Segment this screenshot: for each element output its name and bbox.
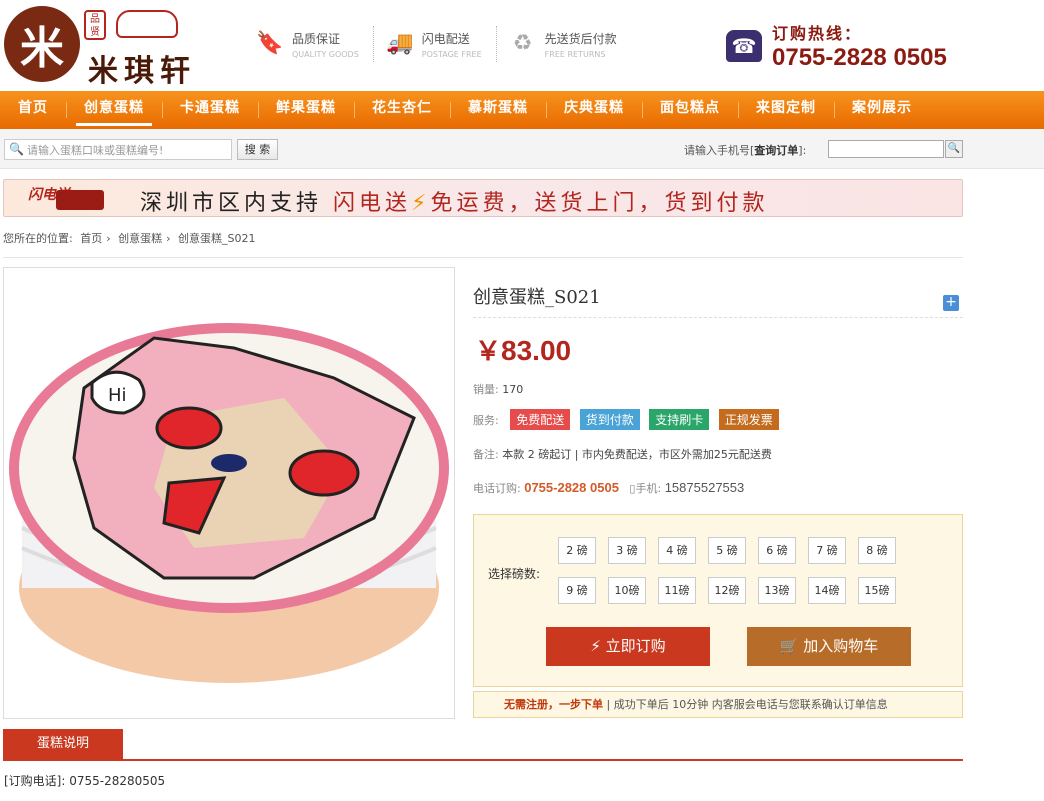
weight-option[interactable]: 2 磅 bbox=[558, 537, 596, 564]
crumb-category[interactable]: 创意蛋糕 bbox=[118, 232, 162, 245]
breadcrumb: 您所在的位置: 首页 › 创意蛋糕 › 创意蛋糕_S021 bbox=[3, 232, 256, 245]
product-price: ￥83.00 bbox=[475, 335, 572, 367]
tab-bar: 蛋糕说明 bbox=[3, 729, 963, 761]
mobile-number: 15875527553 bbox=[664, 480, 745, 495]
bookmark-icon: 🔖 bbox=[256, 31, 284, 56]
badge-quality: 🔖 品质保证 QUALITY GOODS bbox=[256, 26, 374, 62]
badge-delivery: 🚚 闪电配送 POSTAGE FREE bbox=[386, 26, 497, 62]
weight-option[interactable]: 8 磅 bbox=[858, 537, 896, 564]
search-icon: 🔍 bbox=[9, 142, 24, 156]
header: 米 品贤 米琪轩 🔖 品质保证 QUALITY GOODS 🚚 闪电配送 POSTA… bbox=[0, 0, 1044, 92]
delivery-banner[interactable]: 闪电送 深圳市区内支持 闪电送⚡免运费，送货上门，货到付款 bbox=[3, 179, 963, 217]
weight-option[interactable]: 15磅 bbox=[858, 577, 896, 604]
add-share-icon[interactable]: + bbox=[943, 295, 959, 311]
logo-mark: 米 bbox=[4, 6, 80, 82]
nav-mousse-cake[interactable]: 慕斯蛋糕 bbox=[450, 91, 546, 129]
phone-query-input[interactable] bbox=[828, 140, 944, 158]
add-to-cart-button[interactable]: 🛒 加入购物车 bbox=[747, 627, 911, 666]
search-bar: 请输入蛋糕口味或蛋糕编号! 🔍 搜 索 请输入手机号[查询订单]: 🔍 bbox=[0, 129, 1044, 169]
svg-text:Hi: Hi bbox=[108, 385, 127, 406]
sales-row: 销量: 170 bbox=[473, 383, 524, 396]
nav-bread[interactable]: 面包糕点 bbox=[642, 91, 738, 129]
weight-option[interactable]: 14磅 bbox=[808, 577, 846, 604]
weight-option[interactable]: 11磅 bbox=[658, 577, 696, 604]
weight-selector: 选择磅数: 2 磅 3 磅 4 磅 5 磅 6 磅 7 磅 8 磅 9 磅 10… bbox=[473, 514, 963, 687]
product-title: 创意蛋糕_S021 bbox=[473, 287, 601, 308]
nav-cartoon-cake[interactable]: 卡通蛋糕 bbox=[162, 91, 258, 129]
main-nav: 首页 创意蛋糕 卡通蛋糕 鲜果蛋糕 花生杏仁 慕斯蛋糕 庆典蛋糕 面包糕点 来图… bbox=[0, 91, 1044, 129]
note-row: 备注: 本款 2 磅起订 | 市内免费配送，市区外需加25元配送费 bbox=[473, 448, 772, 461]
tag-free-delivery: 免费配送 bbox=[510, 409, 571, 430]
hotline-number: 0755-2828 0505 bbox=[772, 44, 947, 71]
logo[interactable]: 米 品贤 米琪轩 bbox=[4, 6, 209, 89]
brand-name: 米琪轩 bbox=[88, 54, 196, 89]
tag-invoice: 正规发票 bbox=[718, 409, 779, 430]
cake-image: Hi bbox=[9, 323, 449, 683]
weight-option[interactable]: 12磅 bbox=[708, 577, 746, 604]
crumb-home[interactable]: 首页 bbox=[80, 232, 102, 245]
telephone-icon: ☎ bbox=[726, 30, 762, 62]
weight-option[interactable]: 7 磅 bbox=[808, 537, 846, 564]
nav-peanut-almond[interactable]: 花生杏仁 bbox=[354, 91, 450, 129]
service-badges: 🔖 品质保证 QUALITY GOODS 🚚 闪电配送 POSTAGE FREE ♻… bbox=[256, 26, 643, 62]
hotline: ☎ 订购热线： 0755-2828 0505 bbox=[726, 20, 947, 72]
contact-row: 电话订购: 0755-2828 0505 ▯手机: 15875527553 bbox=[473, 480, 745, 495]
nav-celebration-cake[interactable]: 庆典蛋糕 bbox=[546, 91, 642, 129]
cart-icon: 🛒 bbox=[779, 637, 804, 655]
weight-option[interactable]: 9 磅 bbox=[558, 577, 596, 604]
truck-icon: 🚚 bbox=[386, 31, 414, 56]
tab-cake-description[interactable]: 蛋糕说明 bbox=[3, 729, 123, 759]
crumb-current: 创意蛋糕_S021 bbox=[178, 232, 256, 245]
return-icon: ♻ bbox=[512, 31, 533, 56]
nav-fruit-cake[interactable]: 鲜果蛋糕 bbox=[258, 91, 354, 129]
nav-custom[interactable]: 来图定制 bbox=[738, 91, 834, 129]
nav-home[interactable]: 首页 bbox=[0, 91, 66, 129]
tag-card: 支持刷卡 bbox=[649, 409, 710, 430]
search-input[interactable]: 请输入蛋糕口味或蛋糕编号! bbox=[4, 139, 232, 160]
order-notice: 无需注册，一步下单 | 成功下单后 10分钟 内客服会电话与您联系确认订单信息 bbox=[473, 691, 963, 718]
divider bbox=[473, 317, 963, 318]
lightning-icon: ⚡ bbox=[590, 637, 606, 655]
order-phone: 0755-2828 0505 bbox=[524, 480, 619, 495]
query-search-icon[interactable]: 🔍 bbox=[945, 140, 963, 158]
search-button[interactable]: 搜 索 bbox=[237, 139, 278, 160]
logo-seal: 品贤 bbox=[84, 10, 106, 40]
nav-cases[interactable]: 案例展示 bbox=[834, 91, 930, 129]
weight-option[interactable]: 6 磅 bbox=[758, 537, 796, 564]
tag-cod: 货到付款 bbox=[579, 409, 640, 430]
order-query-label: 请输入手机号[查询订单]: bbox=[684, 144, 807, 157]
nav-creative-cake[interactable]: 创意蛋糕 bbox=[66, 91, 162, 129]
chef-hat-icon bbox=[116, 10, 178, 38]
weight-option[interactable]: 4 磅 bbox=[658, 537, 696, 564]
divider bbox=[3, 257, 963, 258]
weight-option[interactable]: 3 磅 bbox=[608, 537, 646, 564]
badge-returns: ♻ 先送货后付款 FREE RETURNS bbox=[509, 26, 631, 62]
banner-text: 深圳市区内支持 闪电送⚡免运费，送货上门，货到付款 bbox=[140, 191, 769, 216]
weight-option[interactable]: 10磅 bbox=[608, 577, 646, 604]
truck-icon bbox=[56, 190, 104, 210]
weight-option[interactable]: 5 磅 bbox=[708, 537, 746, 564]
product-image[interactable]: Hi bbox=[3, 267, 455, 719]
buy-now-button[interactable]: ⚡ 立即订购 bbox=[546, 627, 710, 666]
services-row: 服务: 免费配送 货到付款 支持刷卡 正规发票 bbox=[473, 409, 785, 430]
weight-option[interactable]: 13磅 bbox=[758, 577, 796, 604]
weight-label: 选择磅数: bbox=[488, 567, 541, 581]
hotline-label: 订购热线： bbox=[772, 24, 863, 43]
order-phone-text: [订购电话]: 0755-28280505 bbox=[4, 774, 166, 788]
